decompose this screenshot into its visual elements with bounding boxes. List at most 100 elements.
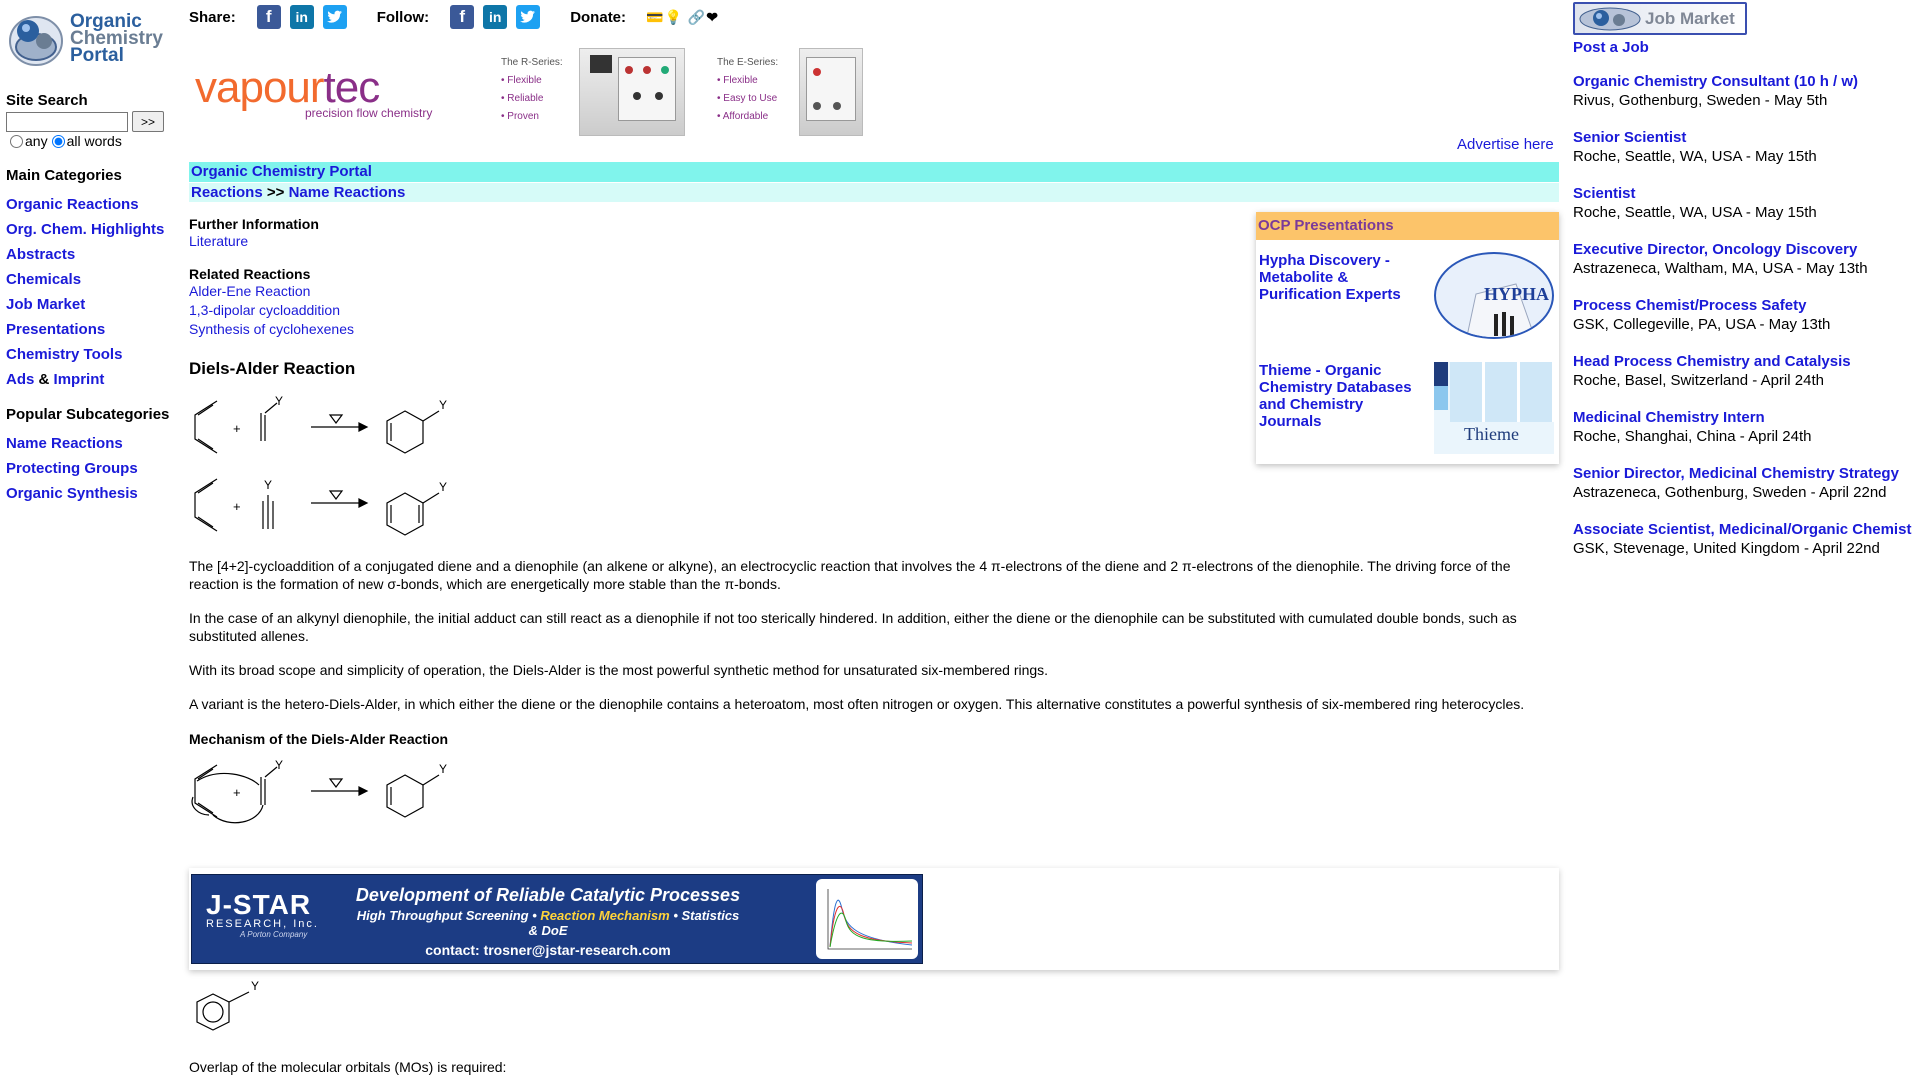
- job-title-link[interactable]: Senior Director, Medicinal Chemistry Str…: [1573, 465, 1899, 482]
- job-listing: Process Chemist/Process Safety GSK, Coll…: [1573, 296, 1920, 334]
- main-categories-title: Main Categories: [6, 167, 122, 184]
- job-market-logo[interactable]: Job Market: [1573, 2, 1747, 35]
- literature-link[interactable]: Literature: [189, 233, 248, 249]
- mo-overlap-text: Overlap of the molecular orbitals (MOs) …: [189, 1059, 507, 1075]
- nav-protecting-groups[interactable]: Protecting Groups: [6, 460, 138, 477]
- vapourtec-tagline: precision flow chemistry: [305, 106, 433, 120]
- jstar-headline: Development of Reliable Catalytic Proces…: [355, 885, 741, 905]
- nav-amp: &: [38, 371, 50, 388]
- post-job-link[interactable]: Post a Job: [1573, 39, 1649, 56]
- jstar-ad-banner[interactable]: J-STAR RESEARCH, Inc. A Porton Company D…: [191, 874, 923, 964]
- share-twitter-icon[interactable]: [322, 5, 347, 29]
- vapourtec-brand-b: tec: [323, 63, 381, 112]
- substituted-benzene-structure: Y: [189, 979, 279, 1040]
- share-label: Share:: [189, 8, 236, 26]
- e-series-item: • Easy to Use: [717, 93, 778, 104]
- advertise-here-link[interactable]: Advertise here: [1457, 136, 1554, 153]
- share-facebook-icon[interactable]: f: [256, 5, 281, 29]
- nav-org-chem-highlights[interactable]: Org. Chem. Highlights: [6, 221, 164, 238]
- share-linkedin-icon[interactable]: in: [289, 5, 314, 29]
- job-title-link[interactable]: Associate Scientist, Medicinal/Organic C…: [1573, 521, 1911, 538]
- job-listing: Organic Chemistry Consultant (10 h / w) …: [1573, 72, 1920, 110]
- portal-bar: Organic Chemistry Portal: [189, 162, 1559, 182]
- jstar-logo-small: A Porton Company: [240, 930, 308, 939]
- jstar-logo-sub: RESEARCH, Inc.: [206, 918, 319, 930]
- r-series-item: • Reliable: [501, 93, 544, 104]
- scheme-plus: +: [233, 785, 241, 800]
- job-title-link[interactable]: Medicinal Chemistry Intern: [1573, 409, 1765, 426]
- job-detail: GSK, Stevenage, United Kingdom - April 2…: [1573, 540, 1880, 557]
- job-title-link[interactable]: Senior Scientist: [1573, 129, 1686, 146]
- mechanism-title: Mechanism of the Diels-Alder Reaction: [189, 731, 449, 747]
- ocp-item-hypha[interactable]: Hypha Discovery - Metabolite & Purificat…: [1259, 252, 1429, 303]
- ocp-presentations-header: OCP Presentations: [1256, 212, 1559, 240]
- vapourtec-ad-banner[interactable]: vapourtec precision flow chemistry The R…: [195, 48, 875, 140]
- nav-organic-synthesis[interactable]: Organic Synthesis: [6, 485, 138, 502]
- nav-job-market[interactable]: Job Market: [6, 296, 85, 313]
- e-series-title: The E-Series:: [717, 57, 779, 68]
- nav-ads[interactable]: Ads: [6, 371, 34, 388]
- follow-linkedin-icon[interactable]: in: [483, 5, 508, 29]
- nav-chemistry-tools[interactable]: Chemistry Tools: [6, 346, 122, 363]
- job-listing: Senior Scientist Roche, Seattle, WA, USA…: [1573, 128, 1920, 166]
- job-title-link[interactable]: Scientist: [1573, 185, 1636, 202]
- job-market-logo-label: Job Market: [1645, 9, 1735, 28]
- site-logo[interactable]: Organic Chemistry Portal: [6, 6, 178, 70]
- logo-text-organic: Organic: [70, 10, 142, 32]
- job-title-link[interactable]: Head Process Chemistry and Catalysis: [1573, 353, 1851, 370]
- scheme-y-label: Y: [439, 480, 447, 494]
- hetero-paragraph: A variant is the hetero-Diels-Alder, in …: [189, 696, 1525, 712]
- nav-name-reactions[interactable]: Name Reactions: [6, 435, 123, 452]
- related-link-cyclohexenes[interactable]: Synthesis of cyclohexenes: [189, 321, 354, 337]
- search-all-words-label: all words: [66, 133, 122, 149]
- jstar-logo-text: J-STAR: [206, 889, 312, 920]
- job-listing: Associate Scientist, Medicinal/Organic C…: [1573, 520, 1920, 558]
- nav-chemicals[interactable]: Chemicals: [6, 271, 81, 288]
- jstar-logo: J-STAR RESEARCH, Inc. A Porton Company: [206, 889, 319, 939]
- nav-abstracts[interactable]: Abstracts: [6, 246, 75, 263]
- breadcrumb-portal-link[interactable]: Organic Chemistry Portal: [191, 163, 372, 180]
- reaction-scheme-alkyne: + Y Y: [189, 469, 489, 545]
- donate-icons[interactable]: 💳💡 🔗❤: [646, 9, 719, 26]
- scheme-y-label: Y: [251, 980, 259, 993]
- job-detail: Roche, Seattle, WA, USA - May 15th: [1573, 148, 1817, 165]
- ocp-presentations-box: OCP Presentations Hypha Discovery - Meta…: [1256, 212, 1559, 464]
- search-any-radio[interactable]: [10, 134, 23, 148]
- logo-text-chemistry: Chemistry: [70, 27, 163, 49]
- related-link-alder-ene[interactable]: Alder-Ene Reaction: [189, 283, 310, 299]
- job-title-link[interactable]: Process Chemist/Process Safety: [1573, 297, 1806, 314]
- e-series-item: • Flexible: [717, 75, 758, 86]
- alkynyl-paragraph: In the case of an alkynyl dienophile, th…: [189, 610, 1517, 644]
- scheme-y-label: Y: [275, 394, 283, 408]
- mechanism-scheme: + Y Y: [189, 757, 489, 833]
- search-all-words-radio[interactable]: [51, 134, 65, 148]
- breadcrumb-name-reactions-link[interactable]: Name Reactions: [289, 184, 406, 201]
- jstar-contact: contact: trosner@jstar-research.com: [425, 942, 671, 958]
- e-series-list: The E-Series: • Flexible • Easy to Use •…: [717, 54, 778, 126]
- site-search-button[interactable]: >>: [132, 111, 164, 132]
- hypha-badge-image[interactable]: HYPHA: [1434, 252, 1554, 339]
- scheme-y-label: Y: [264, 478, 272, 492]
- related-link-dipolar[interactable]: 1,3-dipolar cycloaddition: [189, 302, 340, 318]
- nav-presentations[interactable]: Presentations: [6, 321, 105, 338]
- job-market-sidebar: Job Market Post a Job Organic Chemistry …: [1573, 2, 1920, 558]
- nav-imprint[interactable]: Imprint: [54, 371, 105, 388]
- jstar-ad-container: J-STAR RESEARCH, Inc. A Porton Company D…: [189, 868, 1559, 970]
- breadcrumb-reactions-link[interactable]: Reactions: [191, 184, 263, 201]
- job-title-link[interactable]: Organic Chemistry Consultant (10 h / w): [1573, 73, 1858, 90]
- follow-facebook-icon[interactable]: f: [450, 5, 475, 29]
- e-series-item: • Affordable: [717, 111, 769, 122]
- site-search-input[interactable]: [6, 111, 128, 132]
- ocp-item-thieme[interactable]: Thieme - Organic Chemistry Databases and…: [1259, 362, 1429, 430]
- breadcrumb: Reactions >> Name Reactions: [189, 183, 1559, 202]
- job-title-link[interactable]: Executive Director, Oncology Discovery: [1573, 241, 1857, 258]
- job-detail: Roche, Seattle, WA, USA - May 15th: [1573, 204, 1817, 221]
- site-search-title: Site Search: [6, 92, 88, 109]
- job-listing: Executive Director, Oncology Discovery A…: [1573, 240, 1920, 278]
- job-detail: GSK, Collegeville, PA, USA - May 13th: [1573, 316, 1831, 333]
- thieme-badge-image[interactable]: Thieme: [1434, 362, 1554, 454]
- reaction-scheme-alkene: + Y Y: [189, 393, 489, 469]
- scheme-y-label: Y: [275, 758, 283, 772]
- follow-twitter-icon[interactable]: [516, 5, 541, 29]
- nav-organic-reactions[interactable]: Organic Reactions: [6, 196, 139, 213]
